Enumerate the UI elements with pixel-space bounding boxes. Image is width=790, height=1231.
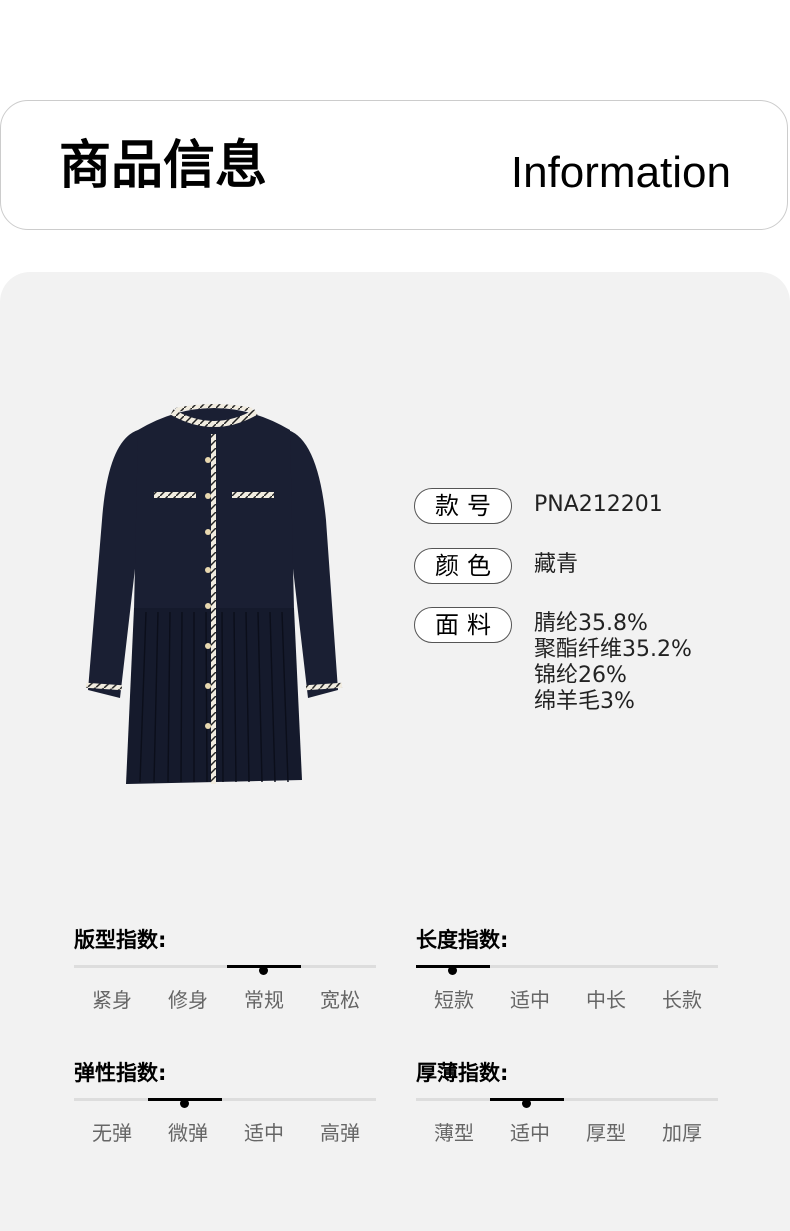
- index-option: 短款: [434, 988, 474, 1012]
- index-title: 弹性指数:: [74, 1061, 167, 1085]
- index-option: 修身: [168, 988, 208, 1012]
- product-image: [85, 404, 343, 784]
- spec-label-color: 颜色: [414, 548, 512, 584]
- index-option: 加厚: [662, 1121, 702, 1145]
- index-dot: [180, 1099, 189, 1108]
- spec-value-line: 腈纶35.8%: [534, 611, 648, 636]
- index-option: 紧身: [92, 988, 132, 1012]
- spec-value-line: PNA212201: [534, 492, 663, 517]
- index-dot: [259, 966, 268, 975]
- index-title: 长度指数:: [416, 928, 509, 952]
- index-title: 厚薄指数:: [416, 1061, 509, 1085]
- index-labels: 薄型 适中 厚型 加厚: [416, 1117, 718, 1145]
- index-active-bar: [227, 965, 301, 975]
- title-cn: 商品信息: [59, 136, 268, 196]
- index-track: [416, 965, 718, 975]
- index-option: 薄型: [434, 1121, 474, 1145]
- index-option: 适中: [244, 1121, 284, 1145]
- index-active-bar: [148, 1098, 222, 1108]
- index-track: [74, 965, 376, 975]
- title-en: Information: [510, 148, 731, 197]
- spec-value-line: 锦纶26%: [534, 663, 627, 688]
- index-labels: 短款 适中 中长 长款: [416, 984, 718, 1012]
- index-option: 适中: [510, 988, 550, 1012]
- index-option: 适中: [510, 1121, 550, 1145]
- spec-value-line: 绵羊毛3%: [534, 689, 635, 714]
- index-option: 长款: [662, 988, 702, 1012]
- index-dot: [522, 1099, 531, 1108]
- spec-value-style-no: PNA212201: [534, 492, 663, 518]
- index-title: 版型指数:: [74, 928, 167, 952]
- spec-label-style-no: 款号: [414, 488, 512, 524]
- index-active-bar: [416, 965, 490, 975]
- index-option: 微弹: [168, 1121, 208, 1145]
- spec-value-color: 藏青: [534, 552, 578, 578]
- spec-value-line: 藏青: [534, 552, 579, 577]
- index-track: [416, 1098, 718, 1108]
- header-card: 商品信息 Information: [0, 100, 788, 230]
- spec-label-fabric: 面料: [414, 607, 512, 643]
- index-option: 高弹: [320, 1121, 360, 1145]
- spec-value-fabric: 腈纶35.8% 聚酯纤维35.2% 锦纶26% 绵羊毛3%: [534, 611, 692, 715]
- index-option: 无弹: [92, 1121, 132, 1145]
- index-option: 中长: [586, 988, 626, 1012]
- index-option: 宽松: [320, 988, 360, 1012]
- index-option: 常规: [244, 988, 284, 1012]
- index-track: [74, 1098, 376, 1108]
- index-dot: [448, 966, 457, 975]
- index-active-bar: [490, 1098, 564, 1108]
- index-labels: 无弹 微弹 适中 高弹: [74, 1117, 376, 1145]
- spec-value-line: 聚酯纤维35.2%: [534, 637, 692, 662]
- index-option: 厚型: [586, 1121, 626, 1145]
- index-labels: 紧身 修身 常规 宽松: [74, 984, 376, 1012]
